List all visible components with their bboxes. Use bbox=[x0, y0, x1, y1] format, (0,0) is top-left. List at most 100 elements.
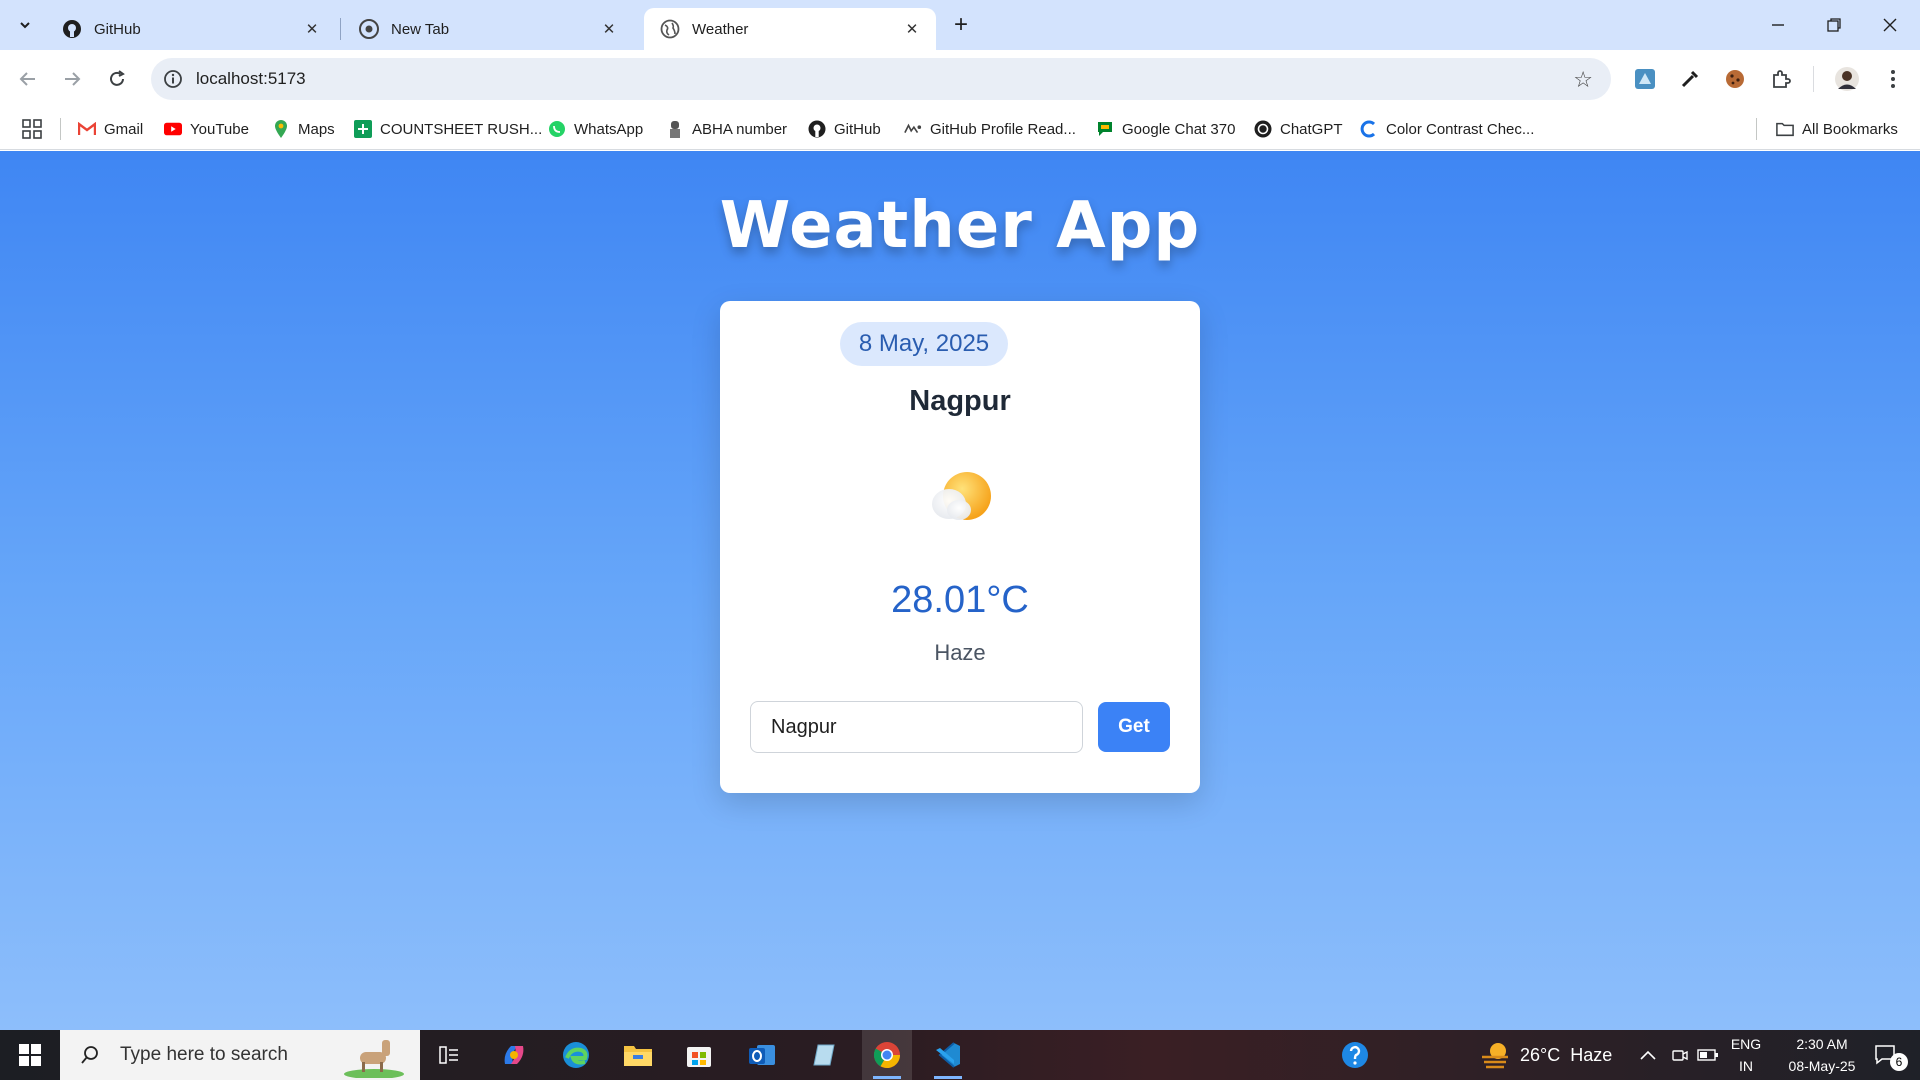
forward-arrow-icon[interactable] bbox=[56, 63, 88, 95]
gmail-icon bbox=[78, 120, 96, 138]
outlook-icon[interactable] bbox=[744, 1037, 780, 1073]
date-badge: 8 May, 2025 bbox=[840, 322, 1008, 366]
tab-title: New Tab bbox=[391, 20, 450, 38]
get-weather-button[interactable]: Get bbox=[1098, 702, 1170, 752]
profile-avatar[interactable] bbox=[1834, 66, 1860, 92]
bookmark-label: Maps bbox=[298, 120, 335, 138]
google-chat-icon bbox=[1096, 120, 1114, 138]
bookmark-countsheet[interactable]: COUNTSHEET RUSH... bbox=[354, 116, 542, 142]
taskbar-search-box[interactable]: Type here to search bbox=[60, 1030, 420, 1080]
tab-github[interactable]: GitHub ✕ bbox=[46, 8, 336, 50]
all-bookmarks-button[interactable]: All Bookmarks bbox=[1776, 116, 1898, 142]
close-icon[interactable]: ✕ bbox=[599, 19, 619, 39]
microsoft-store-icon[interactable] bbox=[681, 1037, 717, 1073]
vscode-icon[interactable] bbox=[930, 1037, 966, 1079]
github-icon bbox=[808, 120, 826, 138]
close-window-icon[interactable] bbox=[1862, 0, 1918, 50]
city-search-input[interactable] bbox=[750, 701, 1083, 753]
apps-grid-icon[interactable] bbox=[22, 116, 42, 142]
tab-new-tab[interactable]: New Tab ✕ bbox=[343, 8, 633, 50]
github-icon bbox=[62, 19, 82, 39]
cookie-icon[interactable] bbox=[1722, 66, 1748, 92]
new-tab-plus-icon[interactable]: + bbox=[946, 10, 976, 40]
file-explorer-icon[interactable] bbox=[620, 1037, 656, 1073]
task-view-icon[interactable] bbox=[431, 1037, 467, 1073]
contrast-icon bbox=[1360, 120, 1378, 138]
windows-taskbar: Type here to search 26°C Haze ENG IN 2:3… bbox=[0, 1030, 1920, 1080]
chevron-up-icon[interactable] bbox=[1630, 1037, 1666, 1073]
bookmark-maps[interactable]: Maps bbox=[272, 116, 335, 142]
sheets-icon bbox=[354, 120, 372, 138]
bookmark-chatgpt[interactable]: ChatGPT bbox=[1254, 116, 1343, 142]
address-bar[interactable]: localhost:5173 ☆ bbox=[151, 58, 1611, 100]
all-bookmarks-label: All Bookmarks bbox=[1802, 120, 1898, 138]
color-picker-icon[interactable] bbox=[1677, 66, 1703, 92]
extensions-puzzle-icon[interactable] bbox=[1768, 66, 1794, 92]
bookmark-label: ABHA number bbox=[692, 120, 788, 138]
notification-count-badge: 6 bbox=[1890, 1053, 1908, 1071]
city-name: Nagpur bbox=[909, 385, 1011, 417]
minimize-icon[interactable] bbox=[1750, 0, 1806, 50]
taskbar-weather-desc: Haze bbox=[1570, 1044, 1613, 1065]
weather-card: 8 May, 2025 Nagpur 28.01°C Haze Nagpur G… bbox=[720, 301, 1200, 793]
bookmarks-bar: Gmail YouTube Maps COUNTSHEET RUSH... Wh… bbox=[0, 108, 1920, 150]
battery-icon[interactable] bbox=[1690, 1037, 1726, 1073]
url-text: localhost:5173 bbox=[196, 69, 306, 88]
menu-kebab-icon[interactable] bbox=[1880, 66, 1906, 92]
bookmark-youtube[interactable]: YouTube bbox=[164, 116, 249, 142]
input-language-indicator[interactable]: ENG IN bbox=[1726, 1033, 1766, 1077]
clock-date: 08-May-25 bbox=[1788, 1058, 1856, 1074]
reload-icon[interactable] bbox=[101, 63, 133, 95]
bookmark-abha[interactable]: ABHA number bbox=[666, 116, 787, 142]
bookmark-label: Gmail bbox=[104, 120, 144, 138]
bookmark-label: ChatGPT bbox=[1280, 120, 1343, 138]
notepad-icon[interactable] bbox=[806, 1037, 842, 1073]
tab-title: Weather bbox=[692, 20, 749, 38]
notifications-icon[interactable]: 6 bbox=[1864, 1037, 1908, 1073]
youtube-icon bbox=[164, 120, 182, 138]
bookmark-github[interactable]: GitHub bbox=[808, 116, 881, 142]
bookmark-label: WhatsApp bbox=[574, 120, 644, 138]
bookmark-divider bbox=[60, 118, 61, 140]
maps-icon bbox=[272, 120, 290, 138]
chatgpt-icon bbox=[1254, 120, 1272, 138]
copilot-icon[interactable] bbox=[496, 1037, 532, 1073]
tab-strip: GitHub ✕ New Tab ✕ Weather ✕ + bbox=[0, 0, 1920, 50]
language-text: ENG bbox=[1730, 1036, 1762, 1052]
close-icon[interactable]: ✕ bbox=[302, 19, 322, 39]
bookmark-whatsapp[interactable]: WhatsApp bbox=[548, 116, 643, 142]
bookmark-label: Color Contrast Chec... bbox=[1386, 120, 1535, 138]
site-info-icon[interactable] bbox=[163, 69, 183, 89]
clock[interactable]: 2:30 AM 08-May-25 bbox=[1772, 1033, 1872, 1077]
toolbar-divider bbox=[1813, 66, 1814, 92]
folder-icon bbox=[1776, 120, 1794, 138]
tab-weather[interactable]: Weather ✕ bbox=[644, 8, 936, 50]
extension-icon[interactable] bbox=[1632, 66, 1658, 92]
globe-icon bbox=[660, 19, 680, 39]
taskbar-weather-temp: 26°C bbox=[1520, 1044, 1561, 1065]
bookmark-color-contrast[interactable]: Color Contrast Chec... bbox=[1360, 116, 1534, 142]
bookmark-github-profile[interactable]: GitHub Profile Read... bbox=[904, 116, 1076, 142]
tab-search-chevron-icon[interactable] bbox=[10, 10, 40, 40]
region-text: IN bbox=[1739, 1058, 1753, 1074]
search-placeholder: Type here to search bbox=[120, 1044, 288, 1065]
bookmark-label: YouTube bbox=[190, 120, 249, 138]
windows-start-icon[interactable] bbox=[0, 1030, 60, 1080]
close-icon[interactable]: ✕ bbox=[902, 19, 922, 39]
chrome-icon bbox=[359, 19, 379, 39]
taskbar-weather-widget[interactable]: 26°C Haze bbox=[1480, 1030, 1612, 1080]
partly-cloudy-icon bbox=[925, 468, 995, 530]
tab-title: GitHub bbox=[94, 20, 141, 38]
back-arrow-icon[interactable] bbox=[12, 63, 44, 95]
bookmark-gmail[interactable]: Gmail bbox=[78, 116, 143, 142]
restore-icon[interactable] bbox=[1806, 0, 1862, 50]
weather-app-page: Weather App 8 May, 2025 Nagpur 28.01°C H… bbox=[0, 151, 1920, 1030]
emblem-icon bbox=[666, 120, 684, 138]
chrome-icon[interactable] bbox=[869, 1037, 905, 1079]
bookmark-google-chat[interactable]: Google Chat 370 bbox=[1096, 116, 1235, 142]
help-icon[interactable] bbox=[1337, 1037, 1373, 1073]
bookmark-label: COUNTSHEET RUSH... bbox=[380, 120, 543, 138]
edge-icon[interactable] bbox=[558, 1037, 594, 1073]
search-highlight-illustration-icon bbox=[342, 1034, 406, 1079]
bookmark-star-icon[interactable]: ☆ bbox=[1573, 67, 1593, 93]
